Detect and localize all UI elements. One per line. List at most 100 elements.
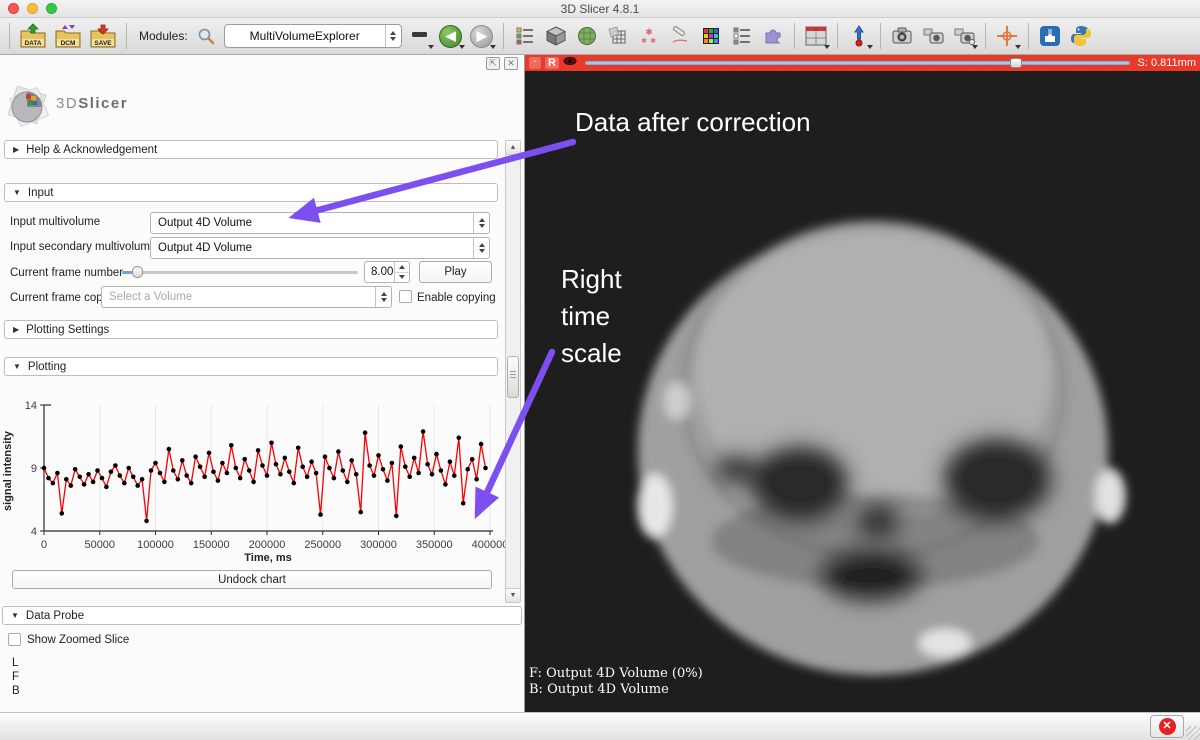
probe-line-b: B bbox=[12, 685, 20, 697]
expanded-arrow-icon: ▼ bbox=[11, 611, 19, 620]
scrollbar-thumb[interactable] bbox=[507, 356, 519, 398]
input-multivolume-value: Output 4D Volume bbox=[151, 217, 473, 229]
module-panel: ⇱ ✕ 3DSlicer ▶ Help & A bbox=[0, 55, 525, 712]
scroll-up-icon[interactable]: ▲ bbox=[506, 141, 520, 155]
section-label: Help & Acknowledgement bbox=[26, 144, 157, 156]
chart-xlabel: Time, ms bbox=[244, 552, 292, 564]
sceneview-capture-icon[interactable] bbox=[920, 23, 946, 49]
save-button[interactable]: SAVE bbox=[88, 22, 118, 50]
panel-scrollbar[interactable]: ▲ ▼ bbox=[505, 140, 521, 603]
play-button[interactable]: Play bbox=[419, 261, 492, 283]
toolbar-separator bbox=[126, 23, 127, 49]
frame-copy-placeholder: Select a Volume bbox=[102, 291, 375, 303]
red-slice-view[interactable]: - R S: 0.811mm bbox=[525, 55, 1200, 712]
load-data-button[interactable]: DATA bbox=[18, 22, 48, 50]
screenshot-icon[interactable] bbox=[889, 23, 915, 49]
mri-axial-slice-image[interactable] bbox=[525, 71, 1200, 712]
section-input[interactable]: ▼ Input bbox=[4, 183, 498, 202]
svg-text:200000: 200000 bbox=[249, 539, 286, 551]
section-help-acknowledgement[interactable]: ▶ Help & Acknowledgement bbox=[4, 140, 498, 159]
module-history-icon[interactable] bbox=[407, 23, 433, 49]
annotation-right-time-scale: Right time scale bbox=[561, 261, 622, 372]
combo-arrows-icon bbox=[375, 287, 391, 307]
combo-arrows-icon bbox=[473, 213, 489, 233]
close-panel-icon[interactable]: ✕ bbox=[504, 57, 518, 70]
background-volume-label: B: Output 4D Volume bbox=[529, 682, 669, 698]
probe-line-f: F bbox=[12, 671, 19, 683]
error-log-button[interactable]: ✕ bbox=[1150, 715, 1184, 738]
load-data-label: DATA bbox=[24, 40, 41, 47]
input-secondary-value: Output 4D Volume bbox=[151, 242, 473, 254]
slice-visibility-eye-icon[interactable] bbox=[563, 55, 577, 72]
chart-series bbox=[42, 429, 488, 523]
undock-chart-button[interactable]: Undock chart bbox=[12, 570, 492, 589]
toolbar-separator bbox=[880, 23, 881, 49]
section-data-probe[interactable]: ▼ Data Probe bbox=[2, 606, 522, 625]
frame-copy-label: Current frame copy bbox=[10, 292, 108, 304]
module-tree-icon[interactable] bbox=[512, 23, 538, 49]
combo-arrows-icon bbox=[385, 25, 401, 47]
mouse-mode-icon[interactable] bbox=[846, 23, 872, 49]
svg-text:✱: ✱ bbox=[645, 27, 653, 37]
svg-text:50000: 50000 bbox=[84, 539, 115, 551]
show-zoomed-slice-checkbox[interactable] bbox=[8, 633, 21, 646]
enable-copying-label: Enable copying bbox=[417, 292, 496, 304]
python-console-icon[interactable] bbox=[1068, 23, 1094, 49]
slice-offset-handle[interactable] bbox=[1010, 58, 1022, 68]
main-toolbar: DATA DCM SAVE Modules: bbox=[0, 18, 1200, 55]
section-label: Data Probe bbox=[26, 610, 84, 622]
annotations-icon[interactable] bbox=[667, 23, 693, 49]
slice-offset-label: S: 0.811mm bbox=[1138, 57, 1197, 69]
probe-line-l: L bbox=[12, 657, 18, 669]
collapsed-arrow-icon: ▶ bbox=[13, 325, 19, 334]
svg-text:✱: ✱ bbox=[641, 37, 647, 45]
modules-label: Modules: bbox=[139, 29, 188, 43]
save-label: SAVE bbox=[94, 40, 112, 47]
enable-copying-checkbox[interactable] bbox=[399, 290, 412, 303]
input-multivolume-combo[interactable]: Output 4D Volume bbox=[150, 212, 490, 234]
svg-text:4: 4 bbox=[31, 526, 37, 538]
frame-copy-combo[interactable]: Select a Volume bbox=[101, 286, 392, 308]
scroll-down-icon[interactable]: ▼ bbox=[506, 588, 520, 602]
section-plotting-settings[interactable]: ▶ Plotting Settings bbox=[4, 320, 498, 339]
markups-icon[interactable]: ✱✱✱ bbox=[636, 23, 662, 49]
undock-panel-icon[interactable]: ⇱ bbox=[486, 57, 500, 70]
colors-icon[interactable] bbox=[698, 23, 724, 49]
slice-orientation-label[interactable]: R bbox=[545, 57, 559, 69]
frame-number-slider[interactable] bbox=[122, 265, 358, 279]
module-search-icon[interactable] bbox=[193, 23, 219, 49]
extensions-icon[interactable] bbox=[760, 23, 786, 49]
slicer-logo bbox=[4, 82, 52, 135]
extensions-manager-icon[interactable] bbox=[1037, 23, 1063, 49]
expanded-arrow-icon: ▼ bbox=[13, 362, 21, 371]
frame-number-spinbox[interactable]: 8.00 bbox=[364, 261, 410, 283]
slice-pin-icon[interactable]: - bbox=[529, 57, 541, 69]
window-title: 3D Slicer 4.8.1 bbox=[0, 2, 1200, 16]
sceneview-restore-icon[interactable] bbox=[951, 23, 977, 49]
toolbar-separator bbox=[9, 23, 10, 49]
module-list-icon[interactable] bbox=[729, 23, 755, 49]
red-slice-controls-bar: - R S: 0.811mm bbox=[525, 55, 1200, 71]
section-plotting[interactable]: ▼ Plotting bbox=[4, 357, 498, 376]
svg-text:350000: 350000 bbox=[416, 539, 453, 551]
show-zoomed-slice-label: Show Zoomed Slice bbox=[27, 634, 129, 646]
crosshair-icon[interactable] bbox=[994, 23, 1020, 49]
transforms-icon[interactable] bbox=[605, 23, 631, 49]
svg-text:14: 14 bbox=[25, 400, 37, 412]
input-secondary-label: Input secondary multivolume bbox=[10, 241, 156, 253]
slider-handle[interactable] bbox=[132, 266, 143, 278]
volume-rendering-icon[interactable] bbox=[543, 23, 569, 49]
load-dicom-label: DCM bbox=[61, 40, 76, 47]
toolbar-separator bbox=[1028, 23, 1029, 49]
forward-icon[interactable]: ▶ bbox=[469, 23, 495, 49]
input-secondary-combo[interactable]: Output 4D Volume bbox=[150, 237, 490, 259]
spinbox-arrows[interactable] bbox=[394, 262, 409, 282]
layout-selector-icon[interactable] bbox=[803, 23, 829, 49]
resize-grip[interactable] bbox=[1186, 726, 1200, 740]
slice-offset-slider[interactable] bbox=[585, 58, 1130, 68]
load-dicom-button[interactable]: DCM bbox=[53, 22, 83, 50]
models-icon[interactable] bbox=[574, 23, 600, 49]
svg-text:✱: ✱ bbox=[650, 37, 656, 45]
module-selector[interactable]: MultiVolumeExplorer bbox=[224, 24, 402, 48]
back-icon[interactable]: ◀ bbox=[438, 23, 464, 49]
